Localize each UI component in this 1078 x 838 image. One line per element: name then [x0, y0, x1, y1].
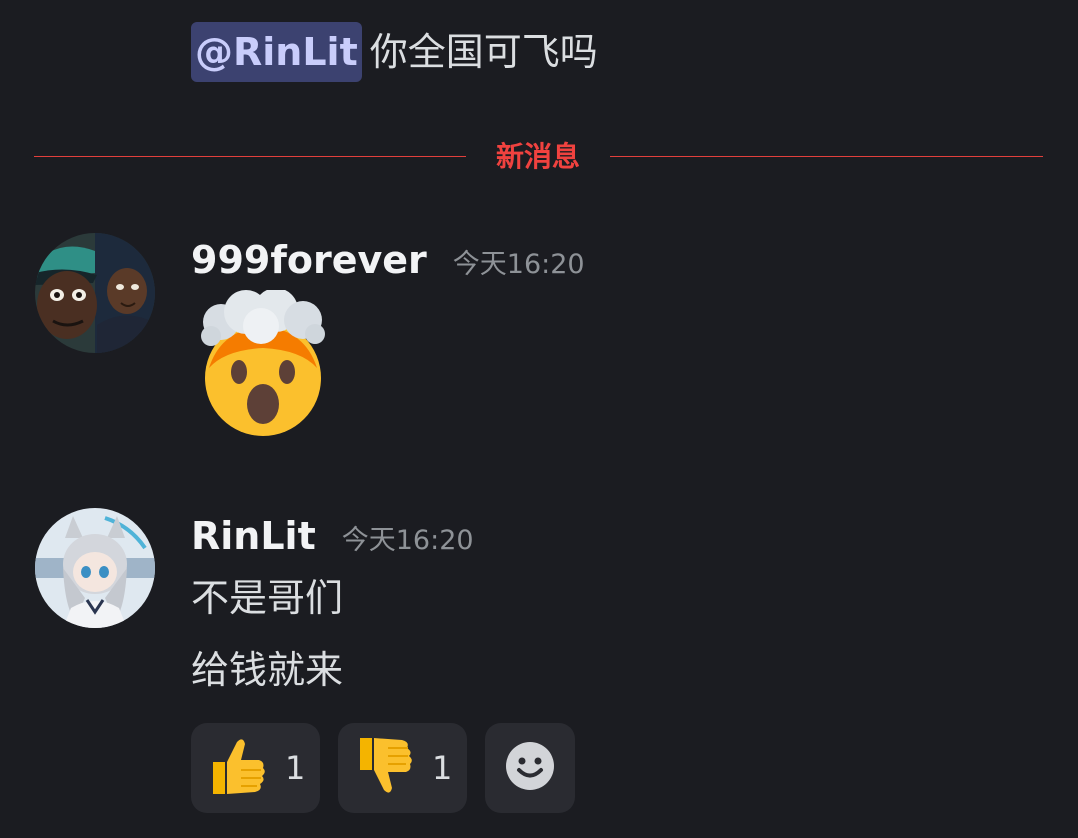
- add-reaction-button[interactable]: [485, 723, 575, 813]
- user-mention[interactable]: @RinLit: [191, 22, 362, 82]
- thumbs-down-emoji-icon: [354, 734, 414, 802]
- exploding-head-emoji: [191, 288, 335, 436]
- message-text: 不是哥们: [191, 576, 344, 620]
- divider-line-right: [610, 156, 1043, 157]
- reaction-count: 1: [285, 749, 306, 787]
- avatar[interactable]: [35, 233, 155, 353]
- message-text: 给钱就来: [191, 648, 344, 692]
- avatar[interactable]: [35, 508, 155, 628]
- username[interactable]: 999forever: [191, 238, 427, 282]
- reactions-bar: 1 1: [191, 723, 575, 813]
- timestamp: 今天16:20: [341, 525, 474, 556]
- message-header: 999forever 今天16:20: [191, 238, 585, 282]
- new-messages-label: 新消息: [495, 140, 580, 173]
- new-messages-divider: 新消息: [34, 133, 1043, 183]
- divider-line-left: [34, 156, 466, 157]
- thumbs-up-emoji-icon: [207, 734, 267, 802]
- previous-message: @RinLit 你全国可飞吗: [191, 22, 598, 82]
- username[interactable]: RinLit: [191, 514, 316, 558]
- reaction-count: 1: [432, 749, 453, 787]
- reaction-thumbs-up[interactable]: 1: [191, 723, 320, 813]
- message-header: RinLit 今天16:20: [191, 514, 474, 558]
- message-text: 你全国可飞吗: [369, 30, 598, 74]
- reaction-thumbs-down[interactable]: 1: [338, 723, 467, 813]
- timestamp: 今天16:20: [452, 249, 585, 280]
- chat-view: @RinLit 你全国可飞吗 新消息 999forever 今天16:20 Ri…: [0, 0, 1078, 838]
- smiley-add-reaction-icon: [505, 741, 555, 795]
